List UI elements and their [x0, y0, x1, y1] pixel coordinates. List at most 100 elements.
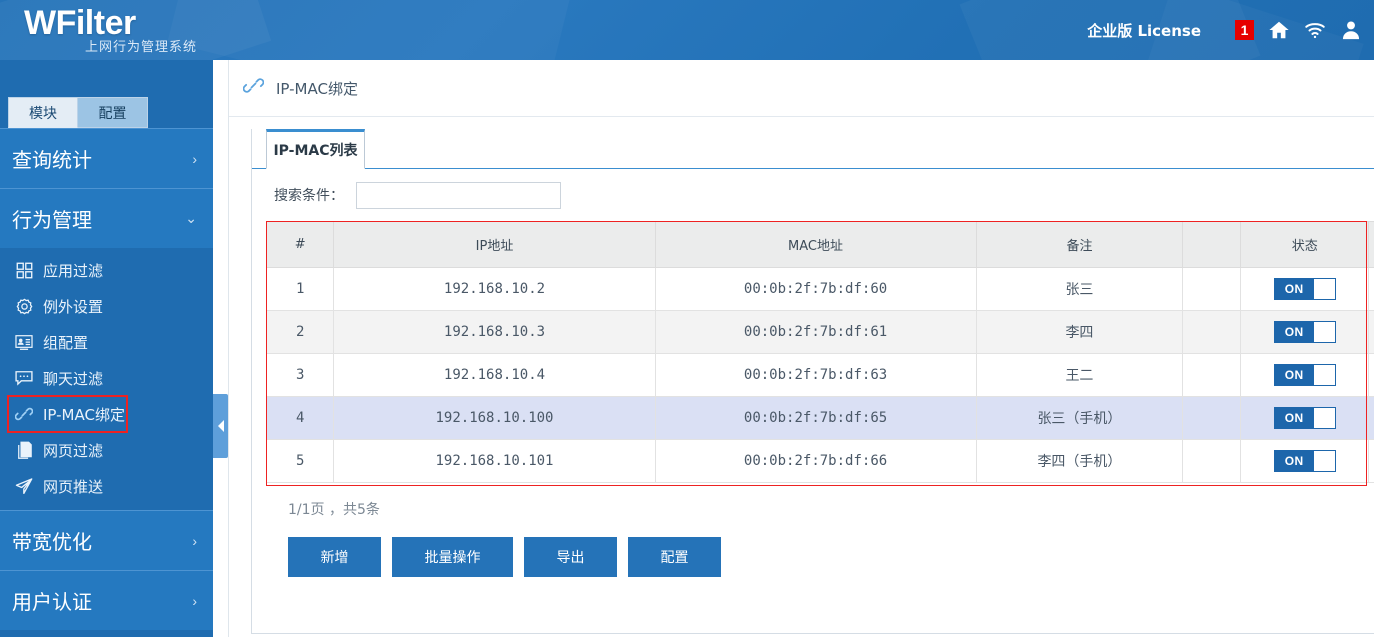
status-toggle[interactable]: ON — [1273, 278, 1336, 300]
header-actions: 企业版 License 1 — [1087, 0, 1362, 60]
status-toggle[interactable]: ON — [1273, 321, 1336, 343]
sidebar-submenu: 应用过滤 例外设置 组配置 聊天过滤 IP-MAC绑定 网页过滤 网页推送 — [0, 248, 213, 510]
cell-spacer — [1182, 439, 1241, 483]
toggle-knob — [1313, 322, 1335, 342]
cell-state: ON — [1239, 267, 1370, 311]
license-label: 企业版 License — [1087, 21, 1201, 40]
cell-state: ON — [1239, 353, 1370, 397]
panel-tabstrip: IP-MAC列表 — [252, 129, 1374, 169]
table-row[interactable]: 4 192.168.10.100 00:0b:2f:7b:df:65 张三（手机… — [265, 396, 1374, 440]
column-header-action[interactable]: 操作 — [1368, 221, 1374, 268]
user-icon[interactable] — [1340, 19, 1362, 41]
tab-ip-mac-list[interactable]: IP-MAC列表 — [266, 129, 365, 169]
sidebar-group-behavior-mgmt[interactable]: 行为管理 ⌄ — [0, 188, 213, 248]
toggle-label: ON — [1284, 368, 1304, 382]
home-icon[interactable] — [1268, 19, 1290, 41]
sidebar-group-bandwidth-optimize[interactable]: 带宽优化 › — [0, 510, 213, 570]
sidebar: 模块 配置 查询统计 › 行为管理 ⌄ 应用过滤 例外设置 组配置 聊天过滤 I… — [0, 60, 213, 637]
column-header-mac[interactable]: MAC地址 — [654, 221, 977, 268]
sidebar-item-label: 例外设置 — [43, 297, 104, 316]
cell-spacer — [1182, 396, 1241, 440]
status-toggle[interactable]: ON — [1273, 407, 1336, 429]
sidebar-collapse-handle[interactable] — [213, 394, 228, 458]
sidebar-group-query-stats[interactable]: 查询统计 › — [0, 128, 213, 188]
sidebar-item-group-config[interactable]: 组配置 — [0, 324, 213, 360]
batch-operation-button[interactable]: 批量操作 — [392, 537, 513, 577]
sidebar-item-label: 应用过滤 — [43, 261, 104, 280]
cell-index: 1 — [265, 267, 335, 311]
status-toggle[interactable]: ON — [1273, 450, 1336, 472]
cell-actions — [1368, 310, 1374, 354]
toggle-knob — [1313, 408, 1335, 428]
pagination-info: 1/1页 ，共5条 — [288, 502, 380, 518]
sidebar-item-label: 网页过滤 — [43, 441, 104, 460]
chat-bubble-icon — [14, 368, 34, 388]
sidebar-item-web-filter[interactable]: 网页过滤 — [0, 432, 213, 468]
status-toggle[interactable]: ON — [1273, 364, 1336, 386]
add-button[interactable]: 新增 — [288, 537, 381, 577]
sidebar-tab-modules[interactable]: 模块 — [8, 97, 78, 128]
toggle-label: ON — [1284, 325, 1304, 339]
export-button[interactable]: 导出 — [524, 537, 617, 577]
cell-state: ON — [1239, 439, 1370, 483]
id-card-icon — [14, 332, 34, 352]
cell-actions — [1368, 396, 1374, 440]
cell-spacer — [1182, 310, 1241, 354]
main-content: IP-MAC绑定 IP-MAC列表 搜索条件： 每页显示： 10条 — [228, 60, 1374, 637]
gear-icon — [14, 296, 34, 316]
chevron-right-icon: › — [192, 150, 197, 167]
cell-actions — [1368, 353, 1374, 397]
column-header-index[interactable]: # — [265, 221, 335, 268]
header-decoration — [167, 0, 572, 60]
logo-title: WFilter — [24, 4, 136, 42]
cell-state: ON — [1239, 310, 1370, 354]
sidebar-item-web-push[interactable]: 网页推送 — [0, 468, 213, 504]
toggle-knob — [1313, 451, 1335, 471]
sidebar-item-ip-mac-binding[interactable]: IP-MAC绑定 — [7, 395, 128, 433]
cell-actions — [1368, 439, 1374, 483]
sidebar-item-chat-filter[interactable]: 聊天过滤 — [0, 360, 213, 396]
cell-note: 李四（手机） — [975, 439, 1184, 483]
cell-index: 2 — [265, 310, 335, 354]
sidebar-item-label: IP-MAC绑定 — [43, 405, 125, 424]
paper-plane-icon — [14, 476, 34, 496]
sidebar-tab-config[interactable]: 配置 — [78, 97, 148, 128]
column-header-note[interactable]: 备注 — [975, 221, 1184, 268]
table-row[interactable]: 1 192.168.10.2 00:0b:2f:7b:df:60 张三 ON — [265, 267, 1374, 311]
grid-icon — [14, 260, 34, 280]
app-header: WFilter 上网行为管理系统 企业版 License 1 — [0, 0, 1374, 60]
search-area: 搜索条件： — [274, 181, 561, 209]
notification-badge[interactable]: 1 — [1235, 20, 1254, 40]
sidebar-group-label: 查询统计 — [12, 148, 92, 172]
cell-mac: 00:0b:2f:7b:df:61 — [654, 310, 977, 354]
cell-note: 张三 — [975, 267, 1184, 311]
link-chain-icon — [242, 75, 265, 101]
chevron-left-icon — [217, 420, 224, 432]
cell-mac: 00:0b:2f:7b:df:63 — [654, 353, 977, 397]
pages-icon — [14, 440, 34, 460]
cell-index: 4 — [265, 396, 335, 440]
link-chain-icon — [14, 404, 34, 424]
app-logo[interactable]: WFilter 上网行为管理系统 — [24, 0, 197, 60]
cell-note: 李四 — [975, 310, 1184, 354]
wifi-icon[interactable] — [1304, 19, 1326, 41]
column-header-spacer — [1182, 221, 1241, 268]
column-header-ip[interactable]: IP地址 — [333, 221, 656, 268]
sidebar-group-user-auth[interactable]: 用户认证 › — [0, 570, 213, 630]
sidebar-item-exception-settings[interactable]: 例外设置 — [0, 288, 213, 324]
breadcrumb: IP-MAC绑定 — [229, 60, 1374, 117]
config-button[interactable]: 配置 — [628, 537, 721, 577]
cell-mac: 00:0b:2f:7b:df:60 — [654, 267, 977, 311]
table-row[interactable]: 2 192.168.10.3 00:0b:2f:7b:df:61 李四 ON — [265, 310, 1374, 354]
table-row[interactable]: 3 192.168.10.4 00:0b:2f:7b:df:63 王二 ON — [265, 353, 1374, 397]
cell-ip: 192.168.10.100 — [333, 396, 656, 440]
search-input[interactable] — [356, 181, 561, 209]
column-header-state[interactable]: 状态 — [1239, 221, 1370, 268]
sidebar-item-app-filter[interactable]: 应用过滤 — [0, 252, 213, 288]
table-container: # IP地址 MAC地址 备注 状态 操作 1 192.168.10.2 — [252, 221, 1374, 486]
toggle-knob — [1313, 279, 1335, 299]
cell-index: 3 — [265, 353, 335, 397]
table-row[interactable]: 5 192.168.10.101 00:0b:2f:7b:df:66 李四（手机… — [265, 439, 1374, 483]
action-buttons: 新增 批量操作 导出 配置 — [252, 519, 1374, 577]
sidebar-item-label: 组配置 — [43, 333, 89, 352]
